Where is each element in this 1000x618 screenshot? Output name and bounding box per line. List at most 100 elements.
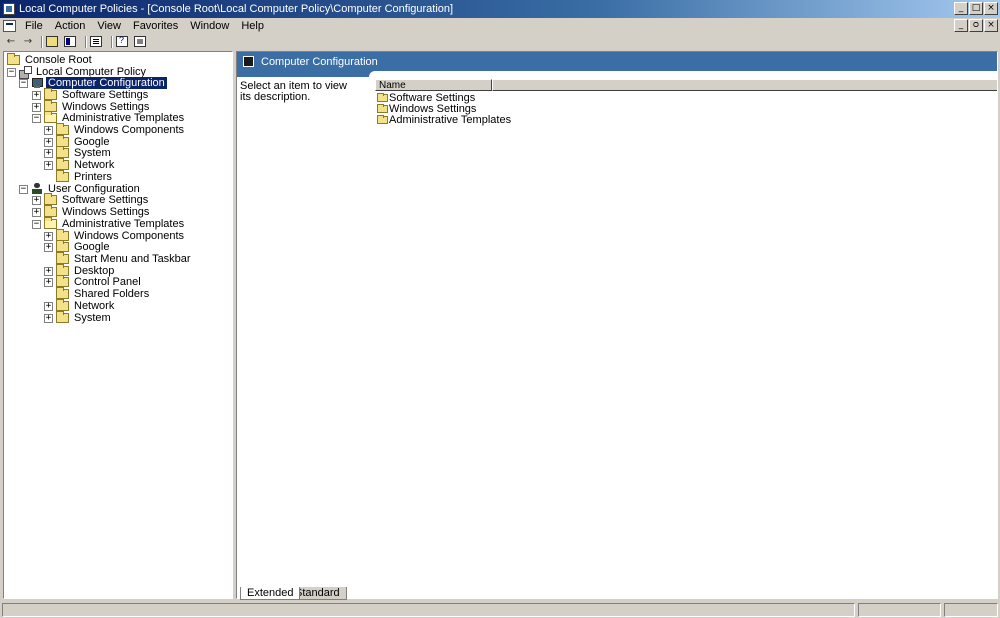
list-item[interactable]: Software Settings xyxy=(377,92,475,104)
tree-label: System xyxy=(74,147,111,159)
expand-icon[interactable]: + xyxy=(44,148,53,158)
folder-icon xyxy=(56,311,69,323)
menu-view[interactable]: View xyxy=(91,20,127,32)
open-folder-icon xyxy=(44,217,57,229)
status-panel-3 xyxy=(944,603,998,617)
computer-icon xyxy=(243,56,254,67)
column-header-name[interactable]: Name xyxy=(375,79,492,91)
help-icon[interactable] xyxy=(116,35,128,47)
show-hide-tree-icon[interactable] xyxy=(64,36,76,47)
mdi-caption-buttons: _ ᴑ × xyxy=(954,19,998,32)
collapse-icon[interactable]: − xyxy=(19,184,28,194)
mdi-minimize-button[interactable]: _ xyxy=(954,19,968,32)
menu-window[interactable]: Window xyxy=(184,20,235,32)
computer-icon xyxy=(31,77,43,89)
mdi-restore-button[interactable]: ᴑ xyxy=(969,19,983,32)
tree-label: System xyxy=(74,312,111,324)
expand-icon[interactable]: + xyxy=(44,301,53,311)
caption-buttons: _ □ × xyxy=(954,2,998,15)
tree-item-start-menu-and-taskbar[interactable]: Start Menu and Taskbar xyxy=(56,252,193,265)
menu-file[interactable]: File xyxy=(19,20,49,32)
folder-icon xyxy=(377,92,388,102)
maximize-button[interactable]: □ xyxy=(969,2,983,15)
list-item[interactable]: Windows Settings xyxy=(377,103,476,115)
folder-icon xyxy=(7,53,20,65)
tree-item-user-google[interactable]: + Google xyxy=(44,240,111,253)
collapse-icon[interactable]: − xyxy=(7,67,16,77)
expand-icon[interactable]: + xyxy=(32,195,41,205)
window-title: Local Computer Policies - [Console Root\… xyxy=(19,3,454,15)
title-bar[interactable]: Local Computer Policies - [Console Root\… xyxy=(0,0,1000,18)
tree-label: Windows Settings xyxy=(62,206,150,218)
menu-help[interactable]: Help xyxy=(235,20,270,32)
collapse-icon[interactable]: − xyxy=(32,219,41,229)
expand-icon[interactable]: + xyxy=(44,137,53,147)
expand-icon[interactable]: + xyxy=(44,231,53,241)
tree-label: Control Panel xyxy=(74,276,141,288)
tree-item-windows-components[interactable]: + Windows Components xyxy=(44,123,186,136)
folder-icon xyxy=(56,170,69,182)
forward-arrow-icon[interactable]: → xyxy=(21,36,35,48)
tree-label: Software Settings xyxy=(62,194,149,206)
tree-label: Network xyxy=(74,159,115,171)
tree-item-console-root[interactable]: Console Root xyxy=(7,53,94,66)
item-description: Select an item to view its description. xyxy=(240,80,347,103)
tree-item-user-system[interactable]: + System xyxy=(44,311,113,324)
minimize-button[interactable]: _ xyxy=(954,2,968,15)
folder-icon xyxy=(56,240,69,252)
tree-item-user-network[interactable]: + Network xyxy=(44,299,116,312)
tree-item-system[interactable]: + System xyxy=(44,146,113,159)
tree-label: Network xyxy=(74,300,115,312)
tree-label: Administrative Templates xyxy=(62,112,185,124)
status-panel-2 xyxy=(858,603,941,617)
folder-icon xyxy=(377,114,388,124)
folder-icon xyxy=(44,193,57,205)
expand-icon[interactable]: + xyxy=(32,90,41,100)
folder-icon xyxy=(56,275,69,287)
expand-icon[interactable]: + xyxy=(44,160,53,170)
folder-icon xyxy=(56,287,69,299)
details-header-title: Computer Configuration xyxy=(261,55,378,68)
tree-label: Printers xyxy=(74,171,112,183)
toolbar: ← → xyxy=(0,34,1000,49)
open-folder-icon xyxy=(44,111,57,123)
item-list[interactable]: Name Software Settings Windows Settings … xyxy=(375,79,997,589)
expand-icon[interactable]: + xyxy=(44,242,53,252)
mmc-app-icon[interactable] xyxy=(3,3,15,15)
tree-label: Console Root xyxy=(25,54,92,66)
tree-label: Administrative Templates xyxy=(62,218,185,230)
list-item[interactable]: Administrative Templates xyxy=(377,114,511,126)
toolbar-separator xyxy=(41,35,43,48)
back-arrow-icon[interactable]: ← xyxy=(4,36,18,48)
list-header: Name xyxy=(375,79,997,91)
tree-item-printers[interactable]: Printers xyxy=(56,170,114,183)
expand-icon[interactable]: + xyxy=(44,266,53,276)
tree-label: Computer Configuration xyxy=(45,76,168,90)
view-icon[interactable] xyxy=(134,36,146,47)
console-tree[interactable]: Console Root − Local Computer Policy − C… xyxy=(3,51,233,599)
document-icon[interactable] xyxy=(3,20,16,32)
tree-item-computer-configuration[interactable]: − Computer Configuration xyxy=(19,76,168,90)
expand-icon[interactable]: + xyxy=(44,125,53,135)
tab-extended[interactable]: Extended xyxy=(240,587,301,600)
folder-icon xyxy=(377,103,388,113)
toolbar-separator xyxy=(111,35,113,48)
mdi-close-button[interactable]: × xyxy=(984,19,998,32)
export-list-icon[interactable] xyxy=(90,36,102,47)
menu-bar: File Action View Favorites Window Help _… xyxy=(0,18,1000,34)
expand-icon[interactable]: + xyxy=(32,102,41,112)
close-button[interactable]: × xyxy=(984,2,998,15)
expand-icon[interactable]: + xyxy=(44,277,53,287)
tree-item-shared-folders[interactable]: Shared Folders xyxy=(56,287,151,300)
expand-icon[interactable]: + xyxy=(32,207,41,217)
up-one-level-icon[interactable] xyxy=(46,36,58,47)
menu-favorites[interactable]: Favorites xyxy=(127,20,184,32)
tree-label: Windows Components xyxy=(74,124,185,136)
tree-item-network[interactable]: + Network xyxy=(44,158,116,171)
status-panel-main xyxy=(2,603,855,617)
collapse-icon[interactable]: − xyxy=(19,78,28,88)
tree-label: Shared Folders xyxy=(74,288,150,300)
collapse-icon[interactable]: − xyxy=(32,113,41,123)
expand-icon[interactable]: + xyxy=(44,313,53,323)
menu-action[interactable]: Action xyxy=(49,20,92,32)
